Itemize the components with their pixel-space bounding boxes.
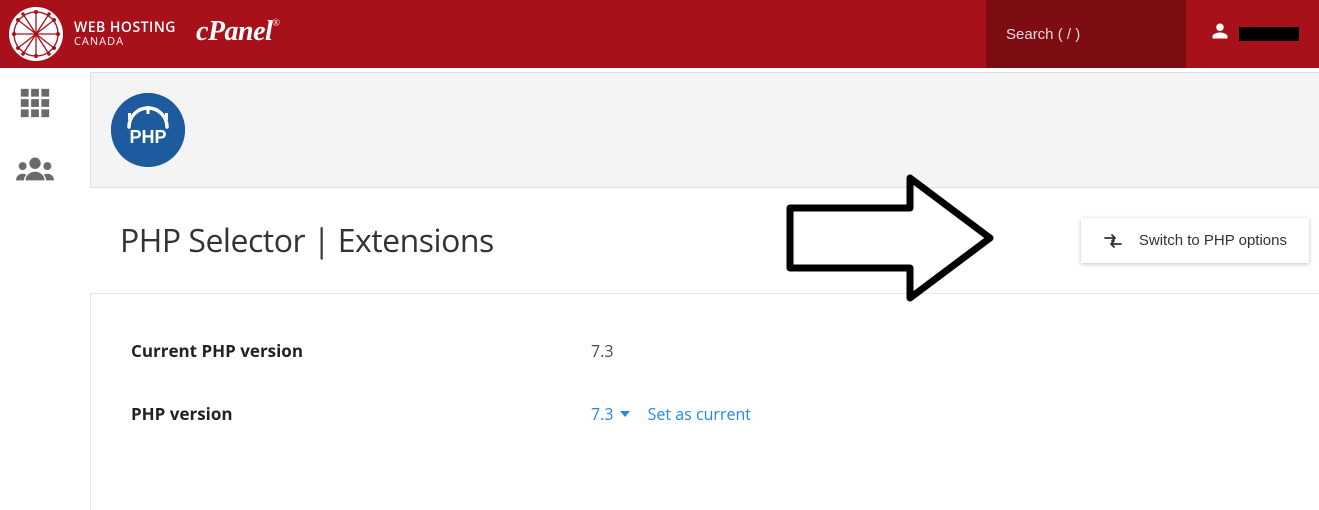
php-icon: PHP (111, 93, 185, 167)
user-icon (1211, 22, 1229, 46)
chevron-down-icon (620, 411, 630, 417)
globe-icon (8, 6, 64, 62)
sidebar-item-users[interactable] (16, 153, 54, 188)
php-version-row: PHP version 7.3 Set as current (131, 402, 1279, 425)
user-menu[interactable] (1186, 0, 1319, 68)
php-version-select[interactable]: 7.3 (591, 403, 630, 425)
grid-icon (18, 86, 52, 120)
switch-button-label: Switch to PHP options (1139, 232, 1287, 249)
search-box[interactable] (986, 0, 1186, 68)
users-icon (16, 153, 54, 183)
current-version-value: 7.3 (591, 340, 614, 362)
left-sidebar (0, 68, 70, 510)
page-title: PHP Selector | Extensions (120, 219, 494, 262)
username-redacted (1239, 27, 1299, 41)
brand-line2: CANADA (74, 36, 176, 48)
svg-text:PHP: PHP (129, 127, 166, 147)
search-input[interactable] (1006, 26, 1166, 43)
php-version-label: PHP version (131, 402, 591, 425)
content-card: Current PHP version 7.3 PHP version 7.3 … (90, 293, 1319, 510)
title-row: PHP Selector | Extensions Switch to PHP … (90, 188, 1319, 293)
php-version-selected: 7.3 (591, 403, 614, 425)
cpanel-logo[interactable]: cPanel® (196, 16, 279, 48)
swap-icon (1103, 233, 1123, 249)
sidebar-item-apps[interactable] (18, 86, 52, 125)
annotation-arrow-icon (780, 168, 1000, 308)
whc-logo[interactable]: WEB HOSTING CANADA (8, 6, 176, 62)
current-version-label: Current PHP version (131, 339, 591, 362)
tool-header: PHP (90, 72, 1319, 188)
set-as-current-link[interactable]: Set as current (648, 403, 751, 425)
current-version-row: Current PHP version 7.3 (131, 339, 1279, 362)
switch-php-options-button[interactable]: Switch to PHP options (1081, 218, 1309, 263)
top-header: WEB HOSTING CANADA cPanel® (0, 0, 1319, 68)
